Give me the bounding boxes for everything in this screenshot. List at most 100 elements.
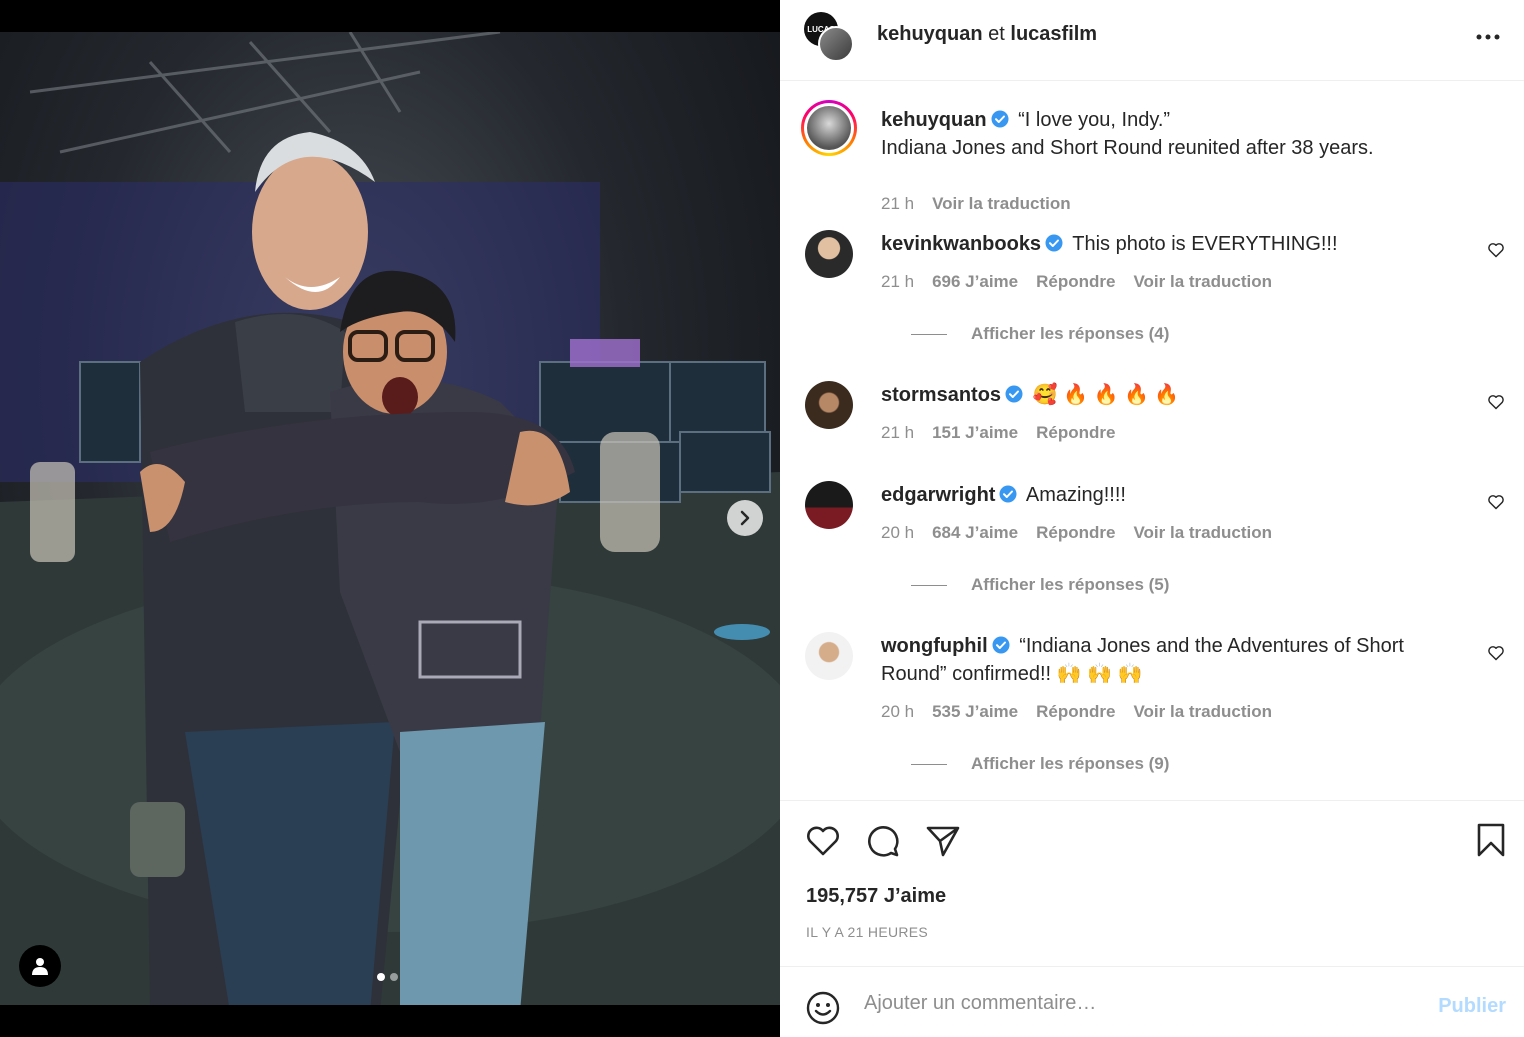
commenter-avatar[interactable] [805, 481, 853, 529]
replies-divider [911, 333, 947, 335]
caption-username[interactable]: kehuyquan [881, 109, 987, 131]
story-ring [801, 100, 857, 156]
replies-divider [911, 763, 947, 765]
comment-username[interactable]: wongfuphil [881, 635, 988, 657]
kehuyquan-avatar[interactable] [818, 26, 854, 62]
more-horizontal-icon [1476, 34, 1500, 40]
comment-username[interactable]: edgarwright [881, 484, 995, 506]
verified-badge-icon [992, 636, 1010, 654]
reply-button[interactable]: Répondre [1036, 272, 1115, 292]
collaborator-username[interactable]: lucasfilm [1010, 23, 1097, 45]
carousel-dot-1 [377, 973, 385, 981]
post-sidebar: LUCAS kehuyquan et lucasfilm kehuyquan “… [780, 0, 1524, 1037]
view-replies-label: Afficher les réponses (9) [971, 754, 1170, 773]
comment-username[interactable]: stormsantos [881, 384, 1001, 406]
add-comment-bar: Publier [780, 966, 1524, 1037]
view-replies-label: Afficher les réponses (5) [971, 575, 1170, 594]
emoji-button[interactable] [806, 991, 840, 1030]
comment-button[interactable] [865, 823, 901, 864]
view-replies-label: Afficher les réponses (4) [971, 324, 1170, 343]
comment-meta: 20 h 535 J’aime Répondre Voir la traduct… [881, 702, 1272, 722]
comment-time: 21 h [881, 272, 915, 291]
caption-time: 21 h [881, 194, 915, 213]
comment-like-button[interactable] [1487, 242, 1505, 263]
like-button[interactable] [805, 825, 841, 862]
heart-icon [1488, 495, 1504, 510]
comment-text: wongfuphil “Indiana Jones and the Advent… [881, 632, 1441, 688]
translate-link[interactable]: Voir la traduction [1133, 523, 1272, 543]
author-connector: et [988, 23, 1005, 45]
caption-avatar[interactable] [801, 100, 857, 156]
caption-text: kehuyquan “I love you, Indy.” Indiana Jo… [881, 106, 1441, 162]
comment-time: 20 h [881, 523, 915, 542]
verified-badge-icon [999, 485, 1017, 503]
reply-button[interactable]: Répondre [1036, 702, 1115, 722]
comment-body: 🥰 🔥 🔥 🔥 🔥 [1032, 384, 1180, 406]
comment-like-button[interactable] [1487, 645, 1505, 666]
comment-body: Amazing!!!! [1025, 484, 1126, 506]
comment-time: 21 h [881, 423, 915, 442]
verified-badge-icon [991, 110, 1009, 128]
post-header: LUCAS kehuyquan et lucasfilm [780, 0, 1524, 81]
comment-username[interactable]: kevinkwanbooks [881, 233, 1041, 255]
verified-badge-icon [1005, 385, 1023, 403]
replies-divider [911, 584, 947, 586]
translate-link[interactable]: Voir la traduction [1133, 702, 1272, 722]
comment-text: stormsantos 🥰 🔥 🔥 🔥 🔥 [881, 381, 1441, 409]
smiley-icon [806, 991, 840, 1025]
comment-text: edgarwright Amazing!!!! [881, 481, 1441, 509]
author-username[interactable]: kehuyquan [877, 23, 983, 45]
post-media [0, 0, 780, 1037]
comment-likes[interactable]: 151 J’aime [932, 423, 1018, 443]
post-photo[interactable] [0, 32, 780, 1005]
heart-icon [807, 826, 839, 856]
comment-input[interactable] [864, 987, 1404, 1019]
comment-meta: 21 h 696 J’aime Répondre Voir la traduct… [881, 272, 1272, 292]
commenter-avatar[interactable] [805, 230, 853, 278]
heart-icon [1488, 395, 1504, 410]
heart-icon [1488, 243, 1504, 258]
save-button[interactable] [1477, 823, 1505, 862]
view-replies-button[interactable]: Afficher les réponses (9) [911, 754, 1169, 774]
commenter-avatar[interactable] [805, 632, 853, 680]
caption-line1: “I love you, Indy.” [1018, 109, 1171, 131]
post-author-title: kehuyquan et lucasfilm [877, 23, 1097, 46]
commenter-avatar[interactable] [805, 381, 853, 429]
caption-line2: Indiana Jones and Short Round reunited a… [881, 137, 1374, 159]
send-icon [926, 826, 960, 857]
post-timestamp[interactable]: IL Y A 21 HEURES [806, 924, 928, 940]
collab-avatars[interactable]: LUCAS [804, 12, 856, 64]
publish-button[interactable]: Publier [1438, 995, 1506, 1018]
user-tags-button[interactable] [19, 945, 61, 987]
comment-likes[interactable]: 696 J’aime [932, 272, 1018, 292]
photo-illustration [0, 32, 780, 1005]
reply-button[interactable]: Répondre [1036, 423, 1115, 443]
view-replies-button[interactable]: Afficher les réponses (4) [911, 324, 1169, 344]
verified-badge-icon [1045, 234, 1063, 252]
carousel-indicator [377, 973, 398, 981]
carousel-dot-2 [390, 973, 398, 981]
reply-button[interactable]: Répondre [1036, 523, 1115, 543]
heart-icon [1488, 646, 1504, 661]
comment-body-line1: “Indiana Jones and the Adventures of Sho… [1019, 635, 1404, 657]
comment-meta: 20 h 684 J’aime Répondre Voir la traduct… [881, 523, 1272, 543]
caption-meta: 21 h Voir la traduction [881, 194, 1071, 214]
bookmark-icon [1477, 823, 1505, 857]
comment-likes[interactable]: 684 J’aime [932, 523, 1018, 543]
comment-body-line2: Round” confirmed!! 🙌 🙌 🙌 [881, 663, 1143, 685]
view-replies-button[interactable]: Afficher les réponses (5) [911, 575, 1169, 595]
chevron-right-icon [740, 510, 750, 526]
comment-like-button[interactable] [1487, 394, 1505, 415]
likes-count[interactable]: 195,757 J’aime [806, 885, 946, 908]
comment-icon [868, 826, 899, 857]
more-options-button[interactable] [1476, 28, 1500, 46]
comment-likes[interactable]: 535 J’aime [932, 702, 1018, 722]
caption-translate-link[interactable]: Voir la traduction [932, 194, 1071, 214]
post-actions: 195,757 J’aime IL Y A 21 HEURES [780, 800, 1524, 966]
comment-body: This photo is EVERYTHING!!! [1072, 233, 1338, 255]
next-slide-button[interactable] [727, 500, 763, 536]
translate-link[interactable]: Voir la traduction [1133, 272, 1272, 292]
share-button[interactable] [926, 825, 960, 862]
comments-section[interactable]: kehuyquan “I love you, Indy.” Indiana Jo… [780, 82, 1524, 800]
comment-like-button[interactable] [1487, 494, 1505, 515]
